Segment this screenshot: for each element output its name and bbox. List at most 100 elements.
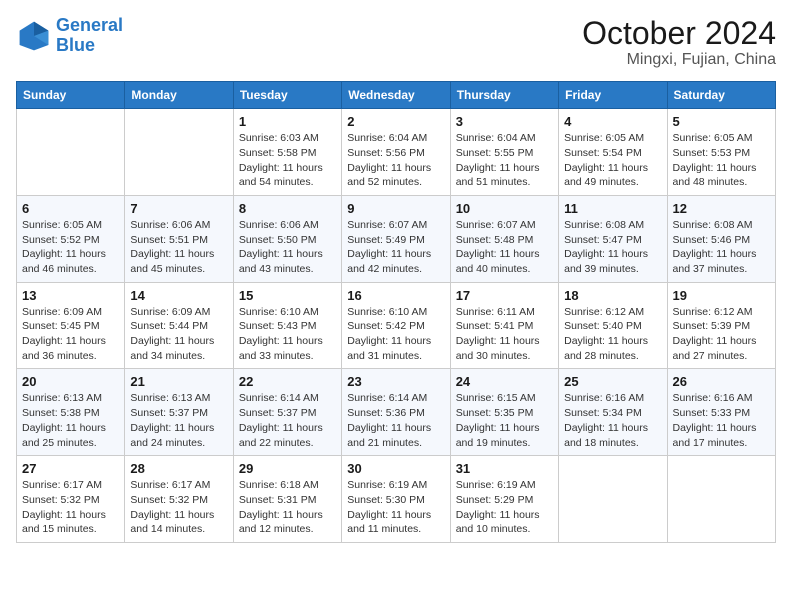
day-number: 5 [673,114,770,129]
day-info: Sunrise: 6:16 AMSunset: 5:33 PMDaylight:… [673,391,770,450]
calendar-cell: 5 Sunrise: 6:05 AMSunset: 5:53 PMDaylight… [667,109,775,196]
day-info: Sunrise: 6:04 AMSunset: 5:55 PMDaylight:… [456,131,553,190]
day-number: 31 [456,461,553,476]
day-number: 2 [347,114,444,129]
calendar-cell: 31 Sunrise: 6:19 AMSunset: 5:29 PMDayligh… [450,456,558,543]
calendar-cell: 14Sunrise: 6:09 AMSunset: 5:44 PMDayligh… [125,282,233,369]
day-info: Sunrise: 6:12 AMSunset: 5:39 PMDaylight:… [673,305,770,364]
day-info: Sunrise: 6:18 AMSunset: 5:31 PMDaylight:… [239,478,336,537]
day-number: 11 [564,201,661,216]
day-info: Sunrise: 6:13 AMSunset: 5:38 PMDaylight:… [22,391,119,450]
calendar-cell: 30 Sunrise: 6:19 AMSunset: 5:30 PMDayligh… [342,456,450,543]
day-number: 6 [22,201,119,216]
calendar-week-row: 1 Sunrise: 6:03 AMSunset: 5:58 PMDaylight… [17,109,776,196]
calendar-cell: 26 Sunrise: 6:16 AMSunset: 5:33 PMDayligh… [667,369,775,456]
calendar-cell: 7 Sunrise: 6:06 AMSunset: 5:51 PMDaylight… [125,195,233,282]
calendar-table: SundayMondayTuesdayWednesdayThursdayFrid… [16,81,776,543]
day-number: 27 [22,461,119,476]
day-info: Sunrise: 6:06 AMSunset: 5:50 PMDaylight:… [239,218,336,277]
calendar-cell: 17 Sunrise: 6:11 AMSunset: 5:41 PMDayligh… [450,282,558,369]
day-number: 18 [564,288,661,303]
day-info: Sunrise: 6:08 AMSunset: 5:47 PMDaylight:… [564,218,661,277]
calendar-cell [559,456,667,543]
calendar-cell: 11 Sunrise: 6:08 AMSunset: 5:47 PMDayligh… [559,195,667,282]
day-info: Sunrise: 6:07 AMSunset: 5:48 PMDaylight:… [456,218,553,277]
calendar-week-row: 6Sunrise: 6:05 AMSunset: 5:52 PMDaylight… [17,195,776,282]
day-number: 28 [130,461,227,476]
day-info: Sunrise: 6:12 AMSunset: 5:40 PMDaylight:… [564,305,661,364]
column-header-monday: Monday [125,82,233,109]
day-number: 17 [456,288,553,303]
day-number: 22 [239,374,336,389]
day-number: 1 [239,114,336,129]
day-number: 19 [673,288,770,303]
calendar-cell: 18 Sunrise: 6:12 AMSunset: 5:40 PMDayligh… [559,282,667,369]
column-header-thursday: Thursday [450,82,558,109]
column-header-friday: Friday [559,82,667,109]
day-number: 10 [456,201,553,216]
calendar-cell [125,109,233,196]
calendar-cell: 13Sunrise: 6:09 AMSunset: 5:45 PMDayligh… [17,282,125,369]
page-header: GeneralBlue October 2024 Mingxi, Fujian,… [16,16,776,69]
column-header-tuesday: Tuesday [233,82,341,109]
column-header-wednesday: Wednesday [342,82,450,109]
logo-text: GeneralBlue [56,16,123,56]
day-number: 26 [673,374,770,389]
day-info: Sunrise: 6:08 AMSunset: 5:46 PMDaylight:… [673,218,770,277]
logo: GeneralBlue [16,16,123,56]
day-number: 30 [347,461,444,476]
calendar-cell: 1 Sunrise: 6:03 AMSunset: 5:58 PMDaylight… [233,109,341,196]
day-number: 25 [564,374,661,389]
calendar-cell: 22 Sunrise: 6:14 AMSunset: 5:37 PMDayligh… [233,369,341,456]
calendar-cell [667,456,775,543]
day-info: Sunrise: 6:06 AMSunset: 5:51 PMDaylight:… [130,218,227,277]
calendar-cell: 4 Sunrise: 6:05 AMSunset: 5:54 PMDaylight… [559,109,667,196]
day-info: Sunrise: 6:17 AMSunset: 5:32 PMDaylight:… [22,478,119,537]
calendar-week-row: 13Sunrise: 6:09 AMSunset: 5:45 PMDayligh… [17,282,776,369]
column-header-saturday: Saturday [667,82,775,109]
day-info: Sunrise: 6:19 AMSunset: 5:29 PMDaylight:… [456,478,553,537]
day-info: Sunrise: 6:05 AMSunset: 5:54 PMDaylight:… [564,131,661,190]
day-info: Sunrise: 6:03 AMSunset: 5:58 PMDaylight:… [239,131,336,190]
day-number: 24 [456,374,553,389]
day-info: Sunrise: 6:11 AMSunset: 5:41 PMDaylight:… [456,305,553,364]
day-info: Sunrise: 6:14 AMSunset: 5:37 PMDaylight:… [239,391,336,450]
page-subtitle: Mingxi, Fujian, China [582,51,776,69]
calendar-cell: 16 Sunrise: 6:10 AMSunset: 5:42 PMDayligh… [342,282,450,369]
calendar-cell [17,109,125,196]
day-number: 16 [347,288,444,303]
day-number: 23 [347,374,444,389]
day-info: Sunrise: 6:05 AMSunset: 5:53 PMDaylight:… [673,131,770,190]
day-info: Sunrise: 6:19 AMSunset: 5:30 PMDaylight:… [347,478,444,537]
title-block: October 2024 Mingxi, Fujian, China [582,16,776,69]
calendar-cell: 15Sunrise: 6:10 AMSunset: 5:43 PMDayligh… [233,282,341,369]
calendar-cell: 28Sunrise: 6:17 AMSunset: 5:32 PMDayligh… [125,456,233,543]
logo-icon [16,18,52,54]
calendar-cell: 21Sunrise: 6:13 AMSunset: 5:37 PMDayligh… [125,369,233,456]
day-number: 7 [130,201,227,216]
calendar-cell: 24Sunrise: 6:15 AMSunset: 5:35 PMDayligh… [450,369,558,456]
day-number: 20 [22,374,119,389]
calendar-cell: 10 Sunrise: 6:07 AMSunset: 5:48 PMDayligh… [450,195,558,282]
day-number: 12 [673,201,770,216]
calendar-cell: 25Sunrise: 6:16 AMSunset: 5:34 PMDayligh… [559,369,667,456]
calendar-cell: 23 Sunrise: 6:14 AMSunset: 5:36 PMDayligh… [342,369,450,456]
day-number: 4 [564,114,661,129]
day-info: Sunrise: 6:09 AMSunset: 5:45 PMDaylight:… [22,305,119,364]
calendar-cell: 8Sunrise: 6:06 AMSunset: 5:50 PMDaylight… [233,195,341,282]
day-info: Sunrise: 6:14 AMSunset: 5:36 PMDaylight:… [347,391,444,450]
calendar-cell: 6Sunrise: 6:05 AMSunset: 5:52 PMDaylight… [17,195,125,282]
calendar-header-row: SundayMondayTuesdayWednesdayThursdayFrid… [17,82,776,109]
calendar-week-row: 20 Sunrise: 6:13 AMSunset: 5:38 PMDayligh… [17,369,776,456]
day-info: Sunrise: 6:10 AMSunset: 5:43 PMDaylight:… [239,305,336,364]
calendar-cell: 3Sunrise: 6:04 AMSunset: 5:55 PMDaylight… [450,109,558,196]
day-info: Sunrise: 6:13 AMSunset: 5:37 PMDaylight:… [130,391,227,450]
calendar-cell: 29 Sunrise: 6:18 AMSunset: 5:31 PMDayligh… [233,456,341,543]
day-info: Sunrise: 6:10 AMSunset: 5:42 PMDaylight:… [347,305,444,364]
page-title: October 2024 [582,16,776,51]
day-info: Sunrise: 6:04 AMSunset: 5:56 PMDaylight:… [347,131,444,190]
calendar-cell: 12 Sunrise: 6:08 AMSunset: 5:46 PMDayligh… [667,195,775,282]
calendar-cell: 2 Sunrise: 6:04 AMSunset: 5:56 PMDaylight… [342,109,450,196]
day-number: 14 [130,288,227,303]
day-number: 29 [239,461,336,476]
